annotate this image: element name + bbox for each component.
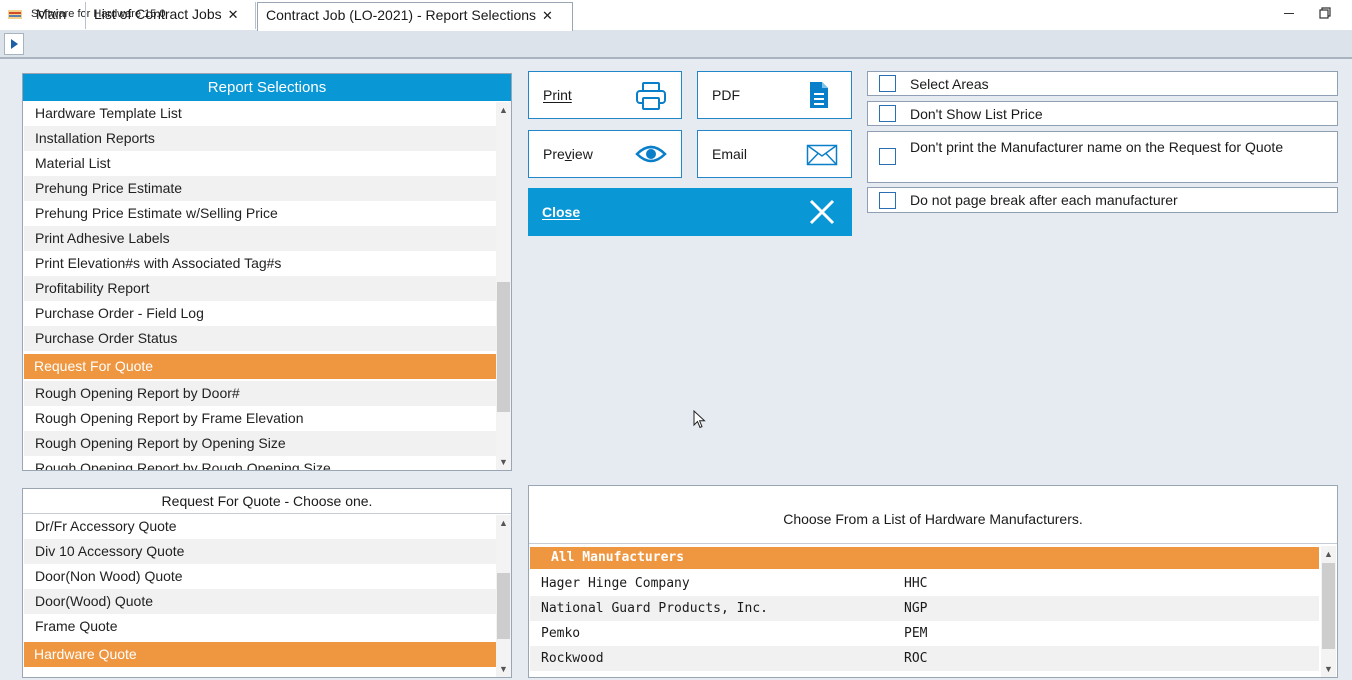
tab-list-of-contract-jobs[interactable]: List of Contract Jobs ✕ bbox=[86, 2, 256, 29]
scroll-up-icon[interactable]: ▲ bbox=[499, 105, 508, 115]
close-button-label: Close bbox=[542, 204, 581, 220]
scrollbar-thumb[interactable] bbox=[497, 573, 510, 639]
report-list-item[interactable]: Purchase Order Status bbox=[35, 326, 177, 351]
select-areas-label: Select Areas bbox=[910, 76, 989, 92]
tab-report-selections-label: Contract Job (LO-2021) - Report Selectio… bbox=[266, 7, 537, 23]
manufacturer-name: National Guard Products, Inc. bbox=[541, 601, 768, 616]
report-list-item[interactable]: Installation Reports bbox=[35, 126, 155, 151]
quote-type-header: Request For Quote - Choose one. bbox=[23, 489, 511, 514]
manufacturer-code: PEM bbox=[904, 626, 928, 641]
dont-show-list-price-label: Don't Show List Price bbox=[910, 106, 1043, 122]
manufacturer-name: Pemko bbox=[541, 626, 581, 641]
tab-list-of-contract-jobs-label: List of Contract Jobs bbox=[94, 6, 222, 22]
tab-main-label: Main bbox=[36, 6, 67, 22]
manufacturer-code: NGP bbox=[904, 601, 928, 616]
scroll-down-icon[interactable]: ▼ bbox=[499, 457, 508, 467]
restore-icon bbox=[1319, 7, 1331, 19]
scrollbar-thumb[interactable] bbox=[497, 282, 510, 412]
manufacturers-panel: Choose From a List of Hardware Manufactu… bbox=[528, 485, 1338, 678]
scrollbar-thumb[interactable] bbox=[1322, 563, 1335, 649]
email-button[interactable]: Email bbox=[697, 130, 852, 178]
tab-report-selections[interactable]: Contract Job (LO-2021) - Report Selectio… bbox=[257, 2, 573, 31]
report-list-item-selected-label: Request For Quote bbox=[34, 358, 154, 374]
app-logo-icon bbox=[8, 10, 22, 19]
scroll-down-icon[interactable]: ▼ bbox=[1324, 664, 1333, 674]
tab-close-icon[interactable]: ✕ bbox=[228, 7, 239, 22]
minimize-button[interactable] bbox=[1277, 0, 1301, 26]
manufacturers-scrollbar[interactable]: ▲ ▼ bbox=[1321, 546, 1336, 677]
no-page-break-option[interactable]: Do not page break after each manufacture… bbox=[867, 187, 1338, 213]
quote-list-item-selected[interactable]: Hardware Quote bbox=[24, 642, 496, 667]
report-list-item[interactable]: Purchase Order - Field Log bbox=[35, 301, 204, 326]
quote-list-item[interactable]: Door(Non Wood) Quote bbox=[35, 564, 183, 589]
report-list-item[interactable]: Rough Opening Report by Opening Size bbox=[35, 431, 286, 456]
printer-icon bbox=[636, 82, 666, 110]
report-list-item[interactable]: Prehung Price Estimate bbox=[35, 176, 182, 201]
document-icon bbox=[810, 82, 828, 108]
manufacturer-row[interactable]: National Guard Products, Inc. NGP bbox=[530, 596, 1319, 621]
report-list-item[interactable]: Material List bbox=[35, 151, 110, 176]
print-button-label: Print bbox=[543, 87, 572, 103]
report-list-item[interactable]: Prehung Price Estimate w/Selling Price bbox=[35, 201, 278, 226]
envelope-icon bbox=[806, 144, 838, 166]
dont-show-list-price-checkbox[interactable] bbox=[879, 105, 896, 122]
tab-panel-toggle-button[interactable] bbox=[4, 33, 24, 55]
tab-bar bbox=[0, 30, 1352, 59]
restore-button[interactable] bbox=[1312, 0, 1338, 26]
manufacturer-row[interactable]: Hager Hinge Company HHC bbox=[530, 571, 1319, 596]
email-button-label: Email bbox=[712, 146, 748, 162]
report-list-item[interactable]: Rough Opening Report by Rough Opening Si… bbox=[35, 456, 331, 470]
report-selections-header: Report Selections bbox=[23, 74, 511, 101]
quote-list-item[interactable]: Door(Wood) Quote bbox=[35, 589, 153, 614]
mouse-cursor-icon bbox=[693, 410, 706, 429]
scroll-up-icon[interactable]: ▲ bbox=[1324, 549, 1333, 559]
report-list-scrollbar[interactable]: ▲ ▼ bbox=[496, 102, 511, 470]
quote-list-item[interactable]: Div 10 Accessory Quote bbox=[35, 539, 184, 564]
manufacturer-row-all[interactable]: All Manufacturers bbox=[530, 547, 1319, 569]
manufacturer-name: Rockwood bbox=[541, 651, 604, 666]
select-areas-option[interactable]: Select Areas bbox=[867, 71, 1338, 96]
report-selections-panel: Report Selections Hardware Template List… bbox=[22, 73, 512, 471]
quote-list-item[interactable]: Frame Quote bbox=[35, 614, 117, 639]
report-list-item[interactable]: Hardware Template List bbox=[35, 101, 182, 126]
manufacturer-row[interactable]: Rockwood ROC bbox=[530, 646, 1319, 671]
manufacturer-row[interactable]: Pemko PEM bbox=[530, 621, 1319, 646]
quote-type-panel: Request For Quote - Choose one. Dr/Fr Ac… bbox=[22, 488, 512, 678]
manufacturer-name: Hager Hinge Company bbox=[541, 576, 690, 591]
tab-main[interactable]: Main bbox=[28, 2, 86, 29]
select-areas-checkbox[interactable] bbox=[879, 75, 896, 92]
quote-list-scrollbar[interactable]: ▲ ▼ bbox=[496, 515, 511, 677]
eye-icon bbox=[635, 145, 667, 163]
pdf-button[interactable]: PDF bbox=[697, 71, 852, 119]
report-list-item[interactable]: Rough Opening Report by Frame Elevation bbox=[35, 406, 303, 431]
manufacturer-code: HHC bbox=[904, 576, 928, 591]
report-list-item[interactable]: Rough Opening Report by Door# bbox=[35, 381, 240, 406]
no-page-break-checkbox[interactable] bbox=[879, 192, 896, 209]
dont-print-manufacturer-option[interactable]: Don't print the Manufacturer name on the… bbox=[867, 131, 1338, 183]
report-list-item-selected[interactable]: Request For Quote bbox=[24, 354, 496, 379]
print-button[interactable]: Print bbox=[528, 71, 682, 119]
dont-print-manufacturer-checkbox[interactable] bbox=[879, 148, 896, 165]
scroll-down-icon[interactable]: ▼ bbox=[499, 664, 508, 674]
scroll-up-icon[interactable]: ▲ bbox=[499, 518, 508, 528]
manufacturers-header: Choose From a List of Hardware Manufactu… bbox=[529, 486, 1337, 544]
manufacturer-all-label: All Manufacturers bbox=[551, 550, 685, 565]
close-icon bbox=[809, 199, 835, 225]
report-list-item[interactable]: Print Adhesive Labels bbox=[35, 226, 170, 251]
report-list-item[interactable]: Print Elevation#s with Associated Tag#s bbox=[35, 251, 281, 276]
manufacturer-code: ROC bbox=[904, 651, 928, 666]
dont-show-list-price-option[interactable]: Don't Show List Price bbox=[867, 101, 1338, 126]
quote-list-item[interactable]: Dr/Fr Accessory Quote bbox=[35, 514, 177, 539]
quote-list-item-selected-label: Hardware Quote bbox=[34, 646, 137, 662]
no-page-break-label: Do not page break after each manufacture… bbox=[910, 192, 1178, 208]
pdf-button-label: PDF bbox=[712, 87, 740, 103]
preview-button-label: Preview bbox=[543, 146, 593, 162]
tab-close-icon[interactable]: ✕ bbox=[542, 8, 553, 23]
close-button[interactable]: Close bbox=[528, 188, 852, 236]
report-list-item[interactable]: Profitability Report bbox=[35, 276, 149, 301]
dont-print-manufacturer-label: Don't print the Manufacturer name on the… bbox=[910, 139, 1284, 155]
preview-button[interactable]: Preview bbox=[528, 130, 682, 178]
